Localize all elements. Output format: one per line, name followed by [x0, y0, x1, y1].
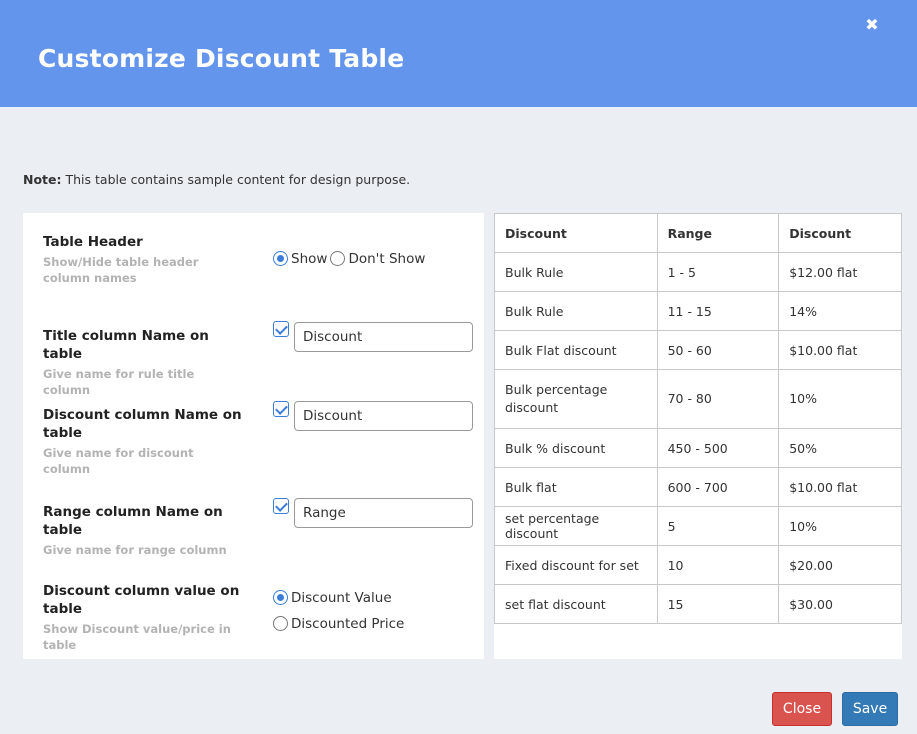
table-cell: 10% [778, 369, 902, 429]
table-cell: Bulk % discount [494, 428, 658, 468]
title-column-checkbox[interactable] [273, 321, 289, 337]
settings-panel: Table Header Show/Hide table header colu… [23, 213, 484, 659]
discount-preview-table: Discount Range Discount Bulk Rule 1 - 5 … [494, 213, 902, 624]
range-column-input[interactable]: Range [294, 498, 473, 528]
setting-table-header: Table Header Show/Hide table header colu… [43, 233, 243, 286]
discount-value-radio-label[interactable]: Discount Value [291, 590, 392, 606]
column-header: Discount [494, 213, 658, 253]
table-cell: 10% [778, 506, 902, 546]
table-row: Bulk flat 600 - 700 $10.00 flat [494, 467, 902, 507]
table-cell: Bulk Rule [494, 291, 658, 331]
discounted-price-option: Discounted Price [273, 616, 407, 632]
setting-discount-value: Discount column value on table Show Disc… [43, 582, 243, 653]
table-cell: $10.00 flat [778, 467, 902, 507]
table-row: set flat discount 15 $30.00 [494, 584, 902, 624]
modal-header: Customize Discount Table ✖ [0, 0, 917, 107]
table-cell: 5 [656, 506, 780, 546]
dont-show-radio[interactable] [330, 251, 346, 266]
setting-label: Discount column Name on table [43, 407, 242, 441]
title-column-input[interactable]: Discount [294, 322, 473, 352]
table-cell: Fixed discount for set [494, 545, 658, 585]
discounted-price-radio[interactable] [273, 616, 288, 631]
setting-label: Range column Name on table [43, 504, 223, 538]
table-cell: set flat discount [494, 584, 658, 624]
setting-desc: Show Discount value/price in table [43, 622, 231, 652]
column-header: Range [656, 213, 780, 253]
table-row: Bulk % discount 450 - 500 50% [494, 428, 902, 468]
setting-desc: Show/Hide table header column names [43, 255, 199, 285]
table-cell: Bulk Flat discount [494, 330, 658, 370]
table-row: Bulk Flat discount 50 - 60 $10.00 flat [494, 330, 902, 370]
note: Note: This table contains sample content… [23, 172, 410, 187]
note-text: This table contains sample content for d… [61, 172, 411, 187]
table-header-row: Discount Range Discount [494, 213, 902, 253]
save-button[interactable]: Save [842, 692, 898, 726]
table-cell: 70 - 80 [656, 369, 780, 429]
discounted-price-radio-label[interactable]: Discounted Price [291, 616, 404, 632]
table-cell: $12.00 flat [778, 252, 902, 292]
close-icon[interactable]: ✖ [864, 14, 880, 36]
table-cell: 10 [656, 545, 780, 585]
table-cell: 50% [778, 428, 902, 468]
setting-range-column: Range column Name on table Give name for… [43, 503, 243, 558]
table-row: Bulk Rule 11 - 15 14% [494, 291, 902, 331]
discount-column-input[interactable]: Discount [294, 401, 473, 431]
table-cell: 450 - 500 [656, 428, 780, 468]
discount-value-option: Discount Value [273, 590, 395, 606]
show-radio-label[interactable]: Show [291, 251, 327, 267]
table-cell: Bulk flat [494, 467, 658, 507]
setting-label: Discount column value on table [43, 583, 240, 617]
table-cell: 1 - 5 [656, 252, 780, 292]
table-cell: 15 [656, 584, 780, 624]
table-cell: set percentage discount [494, 506, 658, 546]
table-row: Bulk Rule 1 - 5 $12.00 flat [494, 252, 902, 292]
discount-value-radio[interactable] [273, 590, 288, 605]
table-cell: Bulk Rule [494, 252, 658, 292]
column-header: Discount [778, 213, 902, 253]
show-radio[interactable] [273, 251, 288, 266]
setting-desc: Give name for discount column [43, 446, 194, 476]
setting-label: Table Header [43, 234, 143, 250]
table-cell: 600 - 700 [656, 467, 780, 507]
table-row: Bulk percentage discount 70 - 80 10% [494, 369, 902, 429]
table-cell: 14% [778, 291, 902, 331]
table-header-radio-group: Show Don't Show [273, 251, 428, 267]
table-cell: 11 - 15 [656, 291, 780, 331]
note-label: Note: [23, 172, 62, 187]
setting-desc: Give name for range column [43, 543, 227, 557]
table-cell: Bulk percentage discount [494, 369, 658, 429]
setting-desc: Give name for rule title column [43, 367, 195, 397]
modal-title: Customize Discount Table [38, 44, 405, 73]
table-cell: $30.00 [778, 584, 902, 624]
table-cell: 50 - 60 [656, 330, 780, 370]
setting-discount-column: Discount column Name on table Give name … [43, 406, 243, 477]
table-cell: $10.00 flat [778, 330, 902, 370]
table-row: Fixed discount for set 10 $20.00 [494, 545, 902, 585]
range-column-checkbox[interactable] [273, 498, 289, 514]
preview-panel: Discount Range Discount Bulk Rule 1 - 5 … [494, 213, 902, 659]
table-row: set percentage discount 5 10% [494, 506, 902, 546]
discount-column-checkbox[interactable] [273, 401, 289, 417]
table-cell: $20.00 [778, 545, 902, 585]
setting-title-column: Title column Name on table Give name for… [43, 327, 243, 398]
setting-label: Title column Name on table [43, 328, 209, 362]
close-button[interactable]: Close [772, 692, 832, 726]
dont-show-radio-label[interactable]: Don't Show [348, 251, 425, 267]
